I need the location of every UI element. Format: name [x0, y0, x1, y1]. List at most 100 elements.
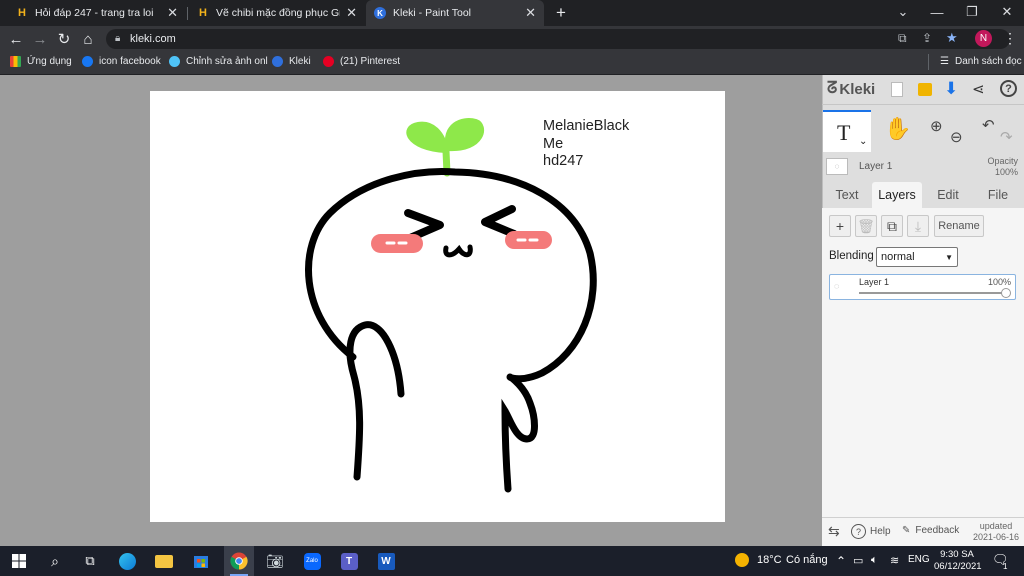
- zoom-in-icon[interactable]: ⊕: [930, 117, 943, 135]
- url-text[interactable]: kleki.com: [130, 33, 176, 45]
- hand-tool-icon[interactable]: ✋: [884, 116, 911, 142]
- bookmark-label: icon facebook: [99, 56, 161, 67]
- bookmark-favicon-icon: [82, 56, 93, 67]
- tab-layers[interactable]: Layers: [872, 182, 922, 208]
- canvas-text-block: MelanieBlack Me hd247: [543, 118, 629, 171]
- network-icon[interactable]: ▭: [853, 554, 863, 567]
- open-folder-icon[interactable]: [918, 83, 932, 96]
- canvas-text-line: Me: [543, 135, 564, 152]
- layer-list-item[interactable]: ◌ Layer 1 100%: [829, 274, 1016, 300]
- opacity-value: 100%: [994, 167, 1018, 177]
- clock[interactable]: 9:30 SA 06/12/2021: [934, 549, 982, 573]
- drawing-canvas[interactable]: MelanieBlack Me hd247: [150, 91, 725, 522]
- text-tool-button[interactable]: T ⌄: [823, 110, 871, 152]
- delete-layer-icon[interactable]: 🗑︎: [855, 215, 877, 237]
- bookmark-kleki[interactable]: Kleki: [272, 56, 311, 67]
- rename-button[interactable]: Rename: [934, 215, 984, 237]
- store-icon[interactable]: [188, 548, 214, 574]
- translate-icon[interactable]: ⧉: [898, 31, 907, 46]
- camera-icon[interactable]: 📷︎: [262, 548, 288, 574]
- new-image-icon[interactable]: [891, 82, 903, 97]
- lock-icon: 🔒︎: [115, 33, 121, 44]
- kleki-favicon-icon: K: [374, 7, 386, 19]
- tab-hoidap[interactable]: H Hỏi đáp 247 - trang tra loi ✕: [8, 0, 186, 26]
- new-tab-button[interactable]: +: [550, 2, 572, 24]
- tray-chevron-up-icon[interactable]: ⌃: [836, 554, 846, 568]
- download-icon[interactable]: ⬇: [944, 79, 958, 99]
- file-explorer-icon[interactable]: [151, 548, 177, 574]
- volume-icon[interactable]: 🔈︎: [871, 554, 878, 567]
- reload-icon[interactable]: ↻: [52, 26, 76, 52]
- tab-text[interactable]: Text: [826, 182, 868, 208]
- restore-icon[interactable]: ❐: [955, 0, 989, 24]
- apps-grid-icon: [10, 56, 21, 67]
- layer-opacity-handle[interactable]: [1001, 288, 1011, 298]
- tab-edit[interactable]: Edit: [926, 182, 970, 208]
- close-tab-icon[interactable]: ✕: [525, 5, 536, 21]
- edge-icon[interactable]: [114, 548, 140, 574]
- redo-icon[interactable]: ↷: [1000, 128, 1013, 146]
- tab-gryffindor[interactable]: H Vẽ chibi mặc đồng phục Gryffindor ✕: [189, 0, 365, 26]
- swap-panel-icon[interactable]: ⇆: [828, 523, 840, 540]
- address-bar[interactable]: [106, 29, 1010, 49]
- tab-title: Hỏi đáp 247 - trang tra loi: [35, 7, 154, 19]
- help-link[interactable]: ? Help: [851, 524, 891, 539]
- clock-date: 06/12/2021: [934, 561, 982, 572]
- profile-avatar[interactable]: N: [975, 30, 992, 47]
- kleki-logo-text: Kleki: [839, 80, 876, 98]
- reading-list-icon: ☰: [940, 56, 949, 67]
- left-arm-line: [346, 321, 405, 481]
- bookmark-photo-editor[interactable]: Chỉnh sửa ảnh onl: [169, 56, 268, 67]
- wifi-icon[interactable]: ≋: [890, 554, 899, 567]
- close-tab-icon[interactable]: ✕: [346, 5, 357, 21]
- temperature[interactable]: 18°C: [757, 554, 782, 566]
- search-icon[interactable]: ⌕: [42, 548, 68, 574]
- tab-kleki[interactable]: K Kleki - Paint Tool ✕: [366, 0, 544, 26]
- weather-sun-icon[interactable]: [735, 553, 749, 567]
- close-tab-icon[interactable]: ✕: [167, 5, 178, 21]
- blending-select[interactable]: normal ▼: [876, 247, 958, 267]
- bookmark-pinterest[interactable]: (21) Pinterest: [323, 56, 400, 67]
- feedback-link[interactable]: ✎ Feedback: [902, 525, 959, 536]
- undo-icon[interactable]: ↶: [982, 116, 995, 134]
- drawing-artwork: [305, 118, 597, 493]
- forward-arrow-icon[interactable]: →: [28, 26, 52, 52]
- windows-start-icon[interactable]: [6, 548, 32, 574]
- weather-text[interactable]: Có nắng: [786, 554, 828, 566]
- chevron-down-icon: ▼: [945, 252, 953, 262]
- zalo-icon[interactable]: Zalo: [299, 548, 325, 574]
- layer-opacity-track[interactable]: [859, 292, 1006, 294]
- help-circle-icon[interactable]: ?: [1000, 80, 1017, 97]
- text-tool-icon: T: [837, 120, 851, 145]
- tab-search-chevron-icon[interactable]: ⌄: [886, 0, 920, 24]
- bookmark-icon-facebook[interactable]: icon facebook: [82, 56, 161, 67]
- merge-down-icon[interactable]: ⤓: [907, 215, 929, 237]
- menu-dots-icon[interactable]: ⋮: [1003, 30, 1017, 47]
- reading-list[interactable]: ☰ Danh sách đọc: [940, 56, 1022, 67]
- share-icon[interactable]: ⋖: [972, 80, 985, 98]
- teams-icon[interactable]: T: [336, 548, 362, 574]
- word-icon[interactable]: W: [373, 548, 399, 574]
- tab-file[interactable]: File: [976, 182, 1020, 208]
- language-indicator[interactable]: ENG: [908, 554, 930, 565]
- bookmark-apps[interactable]: Ứng dụng: [10, 56, 72, 67]
- chrome-icon[interactable]: [226, 548, 252, 574]
- minimize-icon[interactable]: —: [920, 0, 954, 24]
- canvas-text-line: hd247: [543, 153, 584, 169]
- chevron-down-icon[interactable]: ⌄: [859, 136, 867, 147]
- add-layer-button[interactable]: +: [829, 215, 851, 237]
- home-icon[interactable]: ⌂: [76, 26, 100, 52]
- task-view-icon[interactable]: ⧉: [77, 548, 103, 574]
- bookmark-label: Ứng dụng: [27, 56, 72, 67]
- duplicate-layer-icon[interactable]: ⧉: [881, 215, 903, 237]
- close-window-icon[interactable]: ✕: [990, 0, 1024, 24]
- zoom-out-icon[interactable]: ⊖: [950, 128, 963, 146]
- back-arrow-icon[interactable]: ←: [4, 26, 28, 52]
- sprout-right-leaf: [444, 118, 485, 152]
- bookmark-favicon-icon: [169, 56, 180, 67]
- bookmark-star-icon[interactable]: ★: [946, 30, 958, 46]
- bookmark-favicon-icon: [272, 56, 283, 67]
- share-icon[interactable]: ⇪: [922, 31, 932, 45]
- updated-date: 2021-06-16: [972, 532, 1020, 542]
- kleki-logo-icon: ᘔ: [827, 80, 838, 97]
